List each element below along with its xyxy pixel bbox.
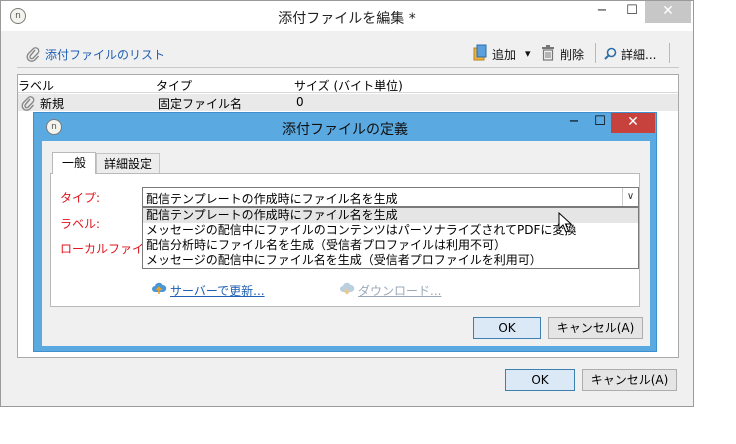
type-select[interactable]: 配信テンプレートの作成時にファイル名を生成 ∨ xyxy=(142,187,639,207)
download-link: ダウンロード... xyxy=(358,284,442,298)
update-on-server-link[interactable]: サーバーで更新... xyxy=(170,282,265,299)
toolbar-separator xyxy=(669,43,670,63)
chevron-down-icon[interactable]: ∨ xyxy=(622,188,638,206)
trash-icon xyxy=(542,45,554,61)
delete-button[interactable]: 削除 xyxy=(560,46,584,63)
toolbar-separator xyxy=(595,43,596,63)
add-dropdown-arrow[interactable]: ▾ xyxy=(525,47,531,60)
maximize-button[interactable]: ☐ xyxy=(617,1,647,23)
add-button[interactable]: 追加 xyxy=(492,46,516,63)
paperclip-icon xyxy=(21,96,35,111)
column-header-label[interactable]: ラベル xyxy=(18,77,54,94)
dialog-close-button[interactable]: ✕ xyxy=(611,113,655,133)
column-header-size[interactable]: サイズ (バイト単位) xyxy=(294,77,403,94)
download-cloud-icon xyxy=(340,282,355,295)
dropdown-option[interactable]: 配信分析時にファイル名を生成（受信者プロファイルは利用不可） xyxy=(143,238,638,253)
label-label: ラベル: xyxy=(60,217,101,231)
dialog-maximize-button[interactable]: ☐ xyxy=(587,113,613,133)
tab-general[interactable]: 一般 xyxy=(52,152,96,174)
dialog-cancel-button[interactable]: キャンセル(A) xyxy=(548,317,643,339)
list-header: ラベル タイプ サイズ (バイト単位) xyxy=(18,75,678,93)
table-row[interactable]: 新規 固定ファイル名 0 xyxy=(18,94,678,111)
add-icon xyxy=(473,44,487,61)
minimize-button[interactable]: − xyxy=(587,1,617,23)
ok-button[interactable]: OK xyxy=(505,369,575,391)
row-label: 新規 xyxy=(40,97,65,111)
tab-advanced[interactable]: 詳細設定 xyxy=(96,153,160,174)
attachment-list-link[interactable]: 添付ファイルのリスト xyxy=(45,46,165,63)
upload-cloud-icon xyxy=(152,282,167,294)
attachment-toolbar: 添付ファイルのリスト 追加 ▾ 削除 詳細... xyxy=(17,40,679,68)
magnifier-icon xyxy=(604,47,617,60)
close-button[interactable]: ✕ xyxy=(645,1,691,23)
type-select-value: 配信テンプレートの作成時にファイル名を生成 xyxy=(146,192,398,206)
general-tab-panel: タイプ: ラベル: ローカルファイル: 配信テンプレートの作成時にファイル名を生… xyxy=(50,173,640,307)
row-type: 固定ファイル名 xyxy=(158,97,243,111)
dialog-ok-button[interactable]: OK xyxy=(473,317,541,339)
column-header-type[interactable]: タイプ xyxy=(156,77,192,94)
mouse-cursor-icon xyxy=(558,212,572,233)
paperclip-icon xyxy=(26,47,40,62)
row-size: 0 xyxy=(296,95,304,109)
dialog-client-area: 一般 詳細設定 タイプ: ラベル: ローカルファイル: 配信テンプレートの作成時… xyxy=(42,141,650,346)
title-bar[interactable]: n 添付ファイルを編集 * − ☐ ✕ xyxy=(1,1,693,31)
dialog-minimize-button[interactable]: − xyxy=(561,113,587,133)
dropdown-option[interactable]: メッセージの配信中にファイル名を生成（受信者プロファイルを利用可） xyxy=(143,253,638,268)
type-label: タイプ: xyxy=(60,191,101,205)
detail-button[interactable]: 詳細... xyxy=(621,46,656,63)
cancel-button[interactable]: キャンセル(A) xyxy=(582,369,677,391)
